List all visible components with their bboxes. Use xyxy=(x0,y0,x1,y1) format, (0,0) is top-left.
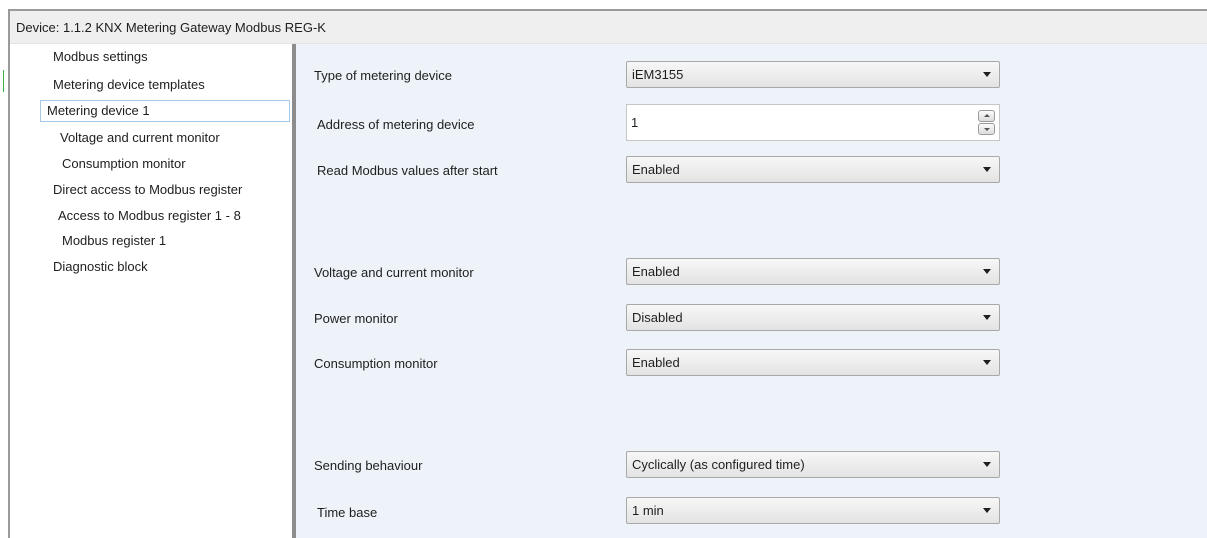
nav-item-modbus-settings[interactable]: Modbus settings xyxy=(53,46,148,68)
spin-up-icon xyxy=(984,114,990,117)
chevron-down-icon xyxy=(983,315,991,320)
label-sending-behaviour: Sending behaviour xyxy=(314,458,423,473)
address-of-metering-device-spinbox xyxy=(626,104,1000,141)
nav-item-access-modbus-register-1-8[interactable]: Access to Modbus register 1 - 8 xyxy=(58,205,241,227)
label-address-of-metering-device: Address of metering device xyxy=(317,117,475,132)
chevron-down-icon xyxy=(983,72,991,77)
label-time-base: Time base xyxy=(317,505,378,520)
power-monitor-value: Disabled xyxy=(632,310,683,325)
device-title-bar: Device: 1.1.2 KNX Metering Gateway Modbu… xyxy=(10,11,1207,44)
spin-up-button[interactable] xyxy=(978,110,995,122)
time-base-value: 1 min xyxy=(632,503,664,518)
read-modbus-values-dropdown[interactable]: Enabled xyxy=(626,156,1000,183)
chevron-down-icon xyxy=(983,167,991,172)
read-modbus-values-value: Enabled xyxy=(632,162,680,177)
consumption-monitor-value: Enabled xyxy=(632,355,680,370)
time-base-dropdown[interactable]: 1 min xyxy=(626,497,1000,524)
chevron-down-icon xyxy=(983,462,991,467)
parameter-panel: Type of metering device iEM3155 Address … xyxy=(296,44,1207,538)
device-title: Device: 1.1.2 KNX Metering Gateway Modbu… xyxy=(16,20,326,35)
nav-item-diagnostic-block[interactable]: Diagnostic block xyxy=(53,256,148,278)
label-voltage-current-monitor: Voltage and current monitor xyxy=(314,265,474,280)
parameter-tree: Modbus settings Metering device template… xyxy=(10,44,292,538)
chevron-down-icon xyxy=(983,508,991,513)
spin-down-icon xyxy=(984,128,990,131)
sending-behaviour-value: Cyclically (as configured time) xyxy=(632,457,805,472)
nav-item-metering-device-templates[interactable]: Metering device templates xyxy=(53,74,205,96)
voltage-current-monitor-value: Enabled xyxy=(632,264,680,279)
label-type-of-metering-device: Type of metering device xyxy=(314,68,453,83)
nav-item-modbus-register-1[interactable]: Modbus register 1 xyxy=(62,230,166,252)
nav-item-voltage-current-monitor[interactable]: Voltage and current monitor xyxy=(60,127,220,149)
sending-behaviour-dropdown[interactable]: Cyclically (as configured time) xyxy=(626,451,1000,478)
type-of-metering-device-dropdown[interactable]: iEM3155 xyxy=(626,61,1000,88)
nav-item-consumption-monitor[interactable]: Consumption monitor xyxy=(62,153,186,175)
address-of-metering-device-input[interactable] xyxy=(631,115,931,130)
chevron-down-icon xyxy=(983,269,991,274)
voltage-current-monitor-dropdown[interactable]: Enabled xyxy=(626,258,1000,285)
label-consumption-monitor: Consumption monitor xyxy=(314,356,438,371)
consumption-monitor-dropdown[interactable]: Enabled xyxy=(626,349,1000,376)
power-monitor-dropdown[interactable]: Disabled xyxy=(626,304,1000,331)
nav-item-metering-device-1[interactable]: Metering device 1 xyxy=(40,100,290,122)
label-power-monitor: Power monitor xyxy=(314,311,398,326)
chevron-down-icon xyxy=(983,360,991,365)
type-of-metering-device-value: iEM3155 xyxy=(632,67,684,82)
nav-item-direct-access-modbus-register[interactable]: Direct access to Modbus register xyxy=(53,179,242,201)
focus-marker xyxy=(3,70,4,92)
label-read-modbus-values: Read Modbus values after start xyxy=(317,163,498,178)
spin-down-button[interactable] xyxy=(978,123,995,135)
